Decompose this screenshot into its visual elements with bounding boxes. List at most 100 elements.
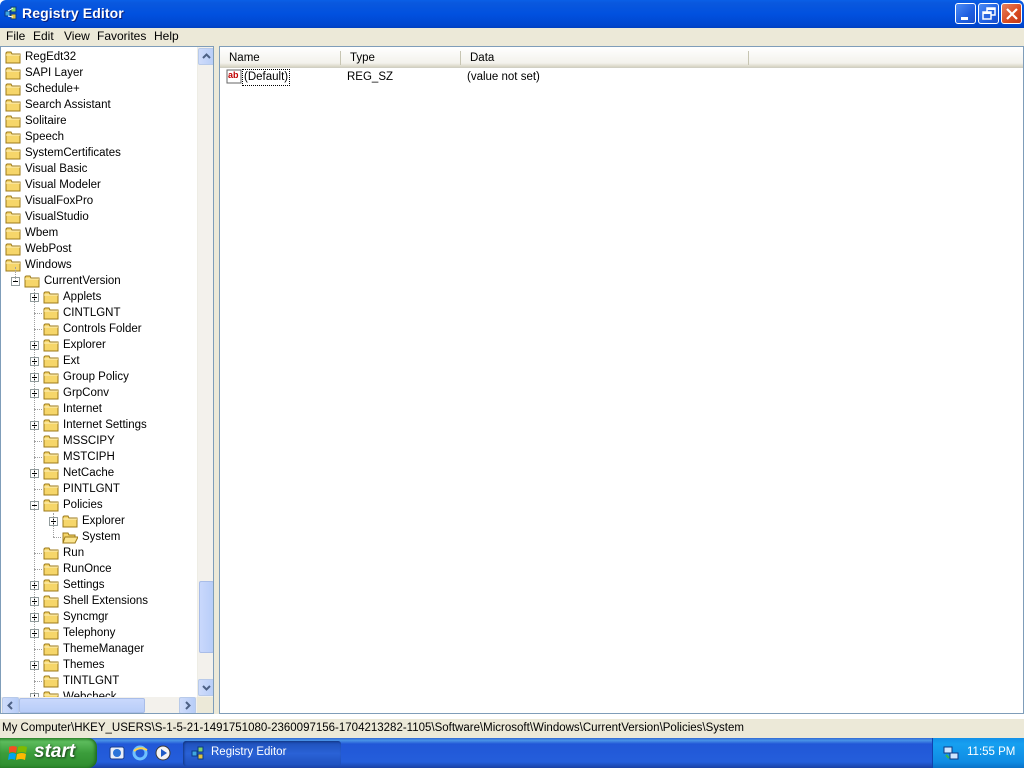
- tree-node[interactable]: Explorer: [1, 337, 197, 353]
- menu-file[interactable]: File: [6, 29, 25, 43]
- tree-node[interactable]: RegEdt32: [1, 49, 197, 65]
- scroll-down-button[interactable]: [198, 679, 213, 696]
- tree-connector: [34, 649, 42, 650]
- tree-connector: [34, 289, 35, 697]
- tree-connector: [53, 537, 61, 538]
- tree-node[interactable]: RunOnce: [1, 561, 197, 577]
- title-bar[interactable]: Registry Editor: [0, 0, 1024, 28]
- regedit-app-icon: [4, 6, 17, 20]
- tree-node[interactable]: MSTCIPH: [1, 449, 197, 465]
- tree-node-label: Windows: [25, 259, 72, 271]
- tree-node[interactable]: GrpConv: [1, 385, 197, 401]
- tree-node[interactable]: SAPI Layer: [1, 65, 197, 81]
- folder-icon: [5, 177, 21, 193]
- quicklaunch-internet-explorer-icon[interactable]: [131, 744, 149, 762]
- tree-node[interactable]: Webcheck: [1, 689, 197, 697]
- tree-node[interactable]: NetCache: [1, 465, 197, 481]
- menu-view[interactable]: View: [64, 29, 90, 43]
- folder-icon: [43, 433, 59, 449]
- scroll-right-button[interactable]: [179, 697, 196, 713]
- tree-node[interactable]: MSSCIPY: [1, 433, 197, 449]
- taskbar-button-label: Registry Editor: [211, 746, 287, 758]
- menu-help[interactable]: Help: [154, 29, 179, 43]
- tree-node[interactable]: Visual Basic: [1, 161, 197, 177]
- tree-node-label: SystemCertificates: [25, 147, 121, 159]
- restore-button[interactable]: [978, 3, 999, 24]
- tree-node-label: Speech: [25, 131, 65, 143]
- scroll-up-button[interactable]: [198, 48, 213, 65]
- tree-node[interactable]: Shell Extensions: [1, 593, 197, 609]
- taskbar-button-registry-editor[interactable]: Registry Editor: [183, 741, 341, 766]
- menu-favorites[interactable]: Favorites: [97, 29, 146, 43]
- key-tree-pane[interactable]: RegEdt32 SAPI Layer Schedule+ Search Assist…: [0, 46, 214, 714]
- registry-key-tree: RegEdt32 SAPI Layer Schedule+ Search Assist…: [1, 47, 197, 697]
- tree-vertical-scrollbar[interactable]: [197, 47, 213, 697]
- tree-node-label: Schedule+: [25, 83, 80, 95]
- tree-node[interactable]: Telephony: [1, 625, 197, 641]
- tree-node[interactable]: Internet: [1, 401, 197, 417]
- tree-node[interactable]: CurrentVersion: [1, 273, 197, 289]
- windows-flag-icon: [8, 746, 27, 760]
- menu-edit[interactable]: Edit: [33, 29, 54, 43]
- column-header-type[interactable]: Type: [341, 47, 460, 68]
- tree-node[interactable]: Explorer: [1, 513, 197, 529]
- tree-node-label: Syncmgr: [63, 611, 109, 623]
- tree-node-label: VisualFoxPro: [25, 195, 94, 207]
- tree-node[interactable]: Search Assistant: [1, 97, 197, 113]
- values-list-pane[interactable]: Name Type Data ab (Default) REG_SZ (valu…: [219, 46, 1024, 714]
- arrow-down-icon: [202, 685, 211, 691]
- tree-node[interactable]: Internet Settings: [1, 417, 197, 433]
- tree-horizontal-scrollbar[interactable]: [1, 697, 197, 713]
- quicklaunch-outlook-icon[interactable]: [108, 744, 126, 762]
- quicklaunch-media-player-icon[interactable]: [154, 744, 172, 762]
- tree-node[interactable]: Schedule+: [1, 81, 197, 97]
- tree-node[interactable]: Speech: [1, 129, 197, 145]
- tree-node[interactable]: Run: [1, 545, 197, 561]
- column-header-data[interactable]: Data: [461, 47, 748, 68]
- clock[interactable]: 11:55 PM: [967, 746, 1015, 758]
- network-connection-icon[interactable]: [943, 745, 959, 761]
- value-row[interactable]: ab (Default) REG_SZ (value not set): [220, 69, 1020, 86]
- tree-node[interactable]: CINTLGNT: [1, 305, 197, 321]
- tree-node[interactable]: Policies: [1, 497, 197, 513]
- folder-icon: [5, 145, 21, 161]
- tree-node[interactable]: Group Policy: [1, 369, 197, 385]
- tree-node[interactable]: Themes: [1, 657, 197, 673]
- tree-node[interactable]: Visual Modeler: [1, 177, 197, 193]
- tree-node[interactable]: WebPost: [1, 241, 197, 257]
- tree-node[interactable]: Settings: [1, 577, 197, 593]
- tree-node[interactable]: Syncmgr: [1, 609, 197, 625]
- tree-node[interactable]: Solitaire: [1, 113, 197, 129]
- tree-node-label: Group Policy: [63, 371, 129, 383]
- tree-node[interactable]: Ext: [1, 353, 197, 369]
- tree-connector: [34, 313, 42, 314]
- tree-node[interactable]: ThemeManager: [1, 641, 197, 657]
- tree-node[interactable]: TINTLGNT: [1, 673, 197, 689]
- column-header-name[interactable]: Name: [220, 47, 340, 68]
- tree-horizontal-scroll-thumb[interactable]: [19, 698, 145, 713]
- tree-node[interactable]: VisualStudio: [1, 209, 197, 225]
- tree-connector: [34, 409, 42, 410]
- tree-node[interactable]: Wbem: [1, 225, 197, 241]
- tree-node[interactable]: PINTLGNT: [1, 481, 197, 497]
- start-button[interactable]: start: [0, 738, 97, 768]
- minimize-button[interactable]: [955, 3, 976, 24]
- folder-icon: [43, 625, 59, 641]
- tree-node-label: VisualStudio: [25, 211, 89, 223]
- scroll-left-button[interactable]: [2, 697, 19, 713]
- folder-icon: [5, 65, 21, 81]
- folder-icon: [43, 689, 59, 697]
- tree-node[interactable]: Applets: [1, 289, 197, 305]
- tree-node[interactable]: Windows: [1, 257, 197, 273]
- value-name: (Default): [242, 69, 291, 86]
- close-button[interactable]: [1001, 3, 1022, 24]
- folder-icon: [43, 545, 59, 561]
- tree-node-label: System: [82, 531, 121, 543]
- folder-icon: [5, 129, 21, 145]
- tree-vertical-scroll-thumb[interactable]: [199, 581, 213, 653]
- tree-node[interactable]: SystemCertificates: [1, 145, 197, 161]
- column-divider[interactable]: [748, 51, 749, 65]
- tree-node[interactable]: VisualFoxPro: [1, 193, 197, 209]
- tree-node[interactable]: Controls Folder: [1, 321, 197, 337]
- tree-node[interactable]: System: [1, 529, 197, 545]
